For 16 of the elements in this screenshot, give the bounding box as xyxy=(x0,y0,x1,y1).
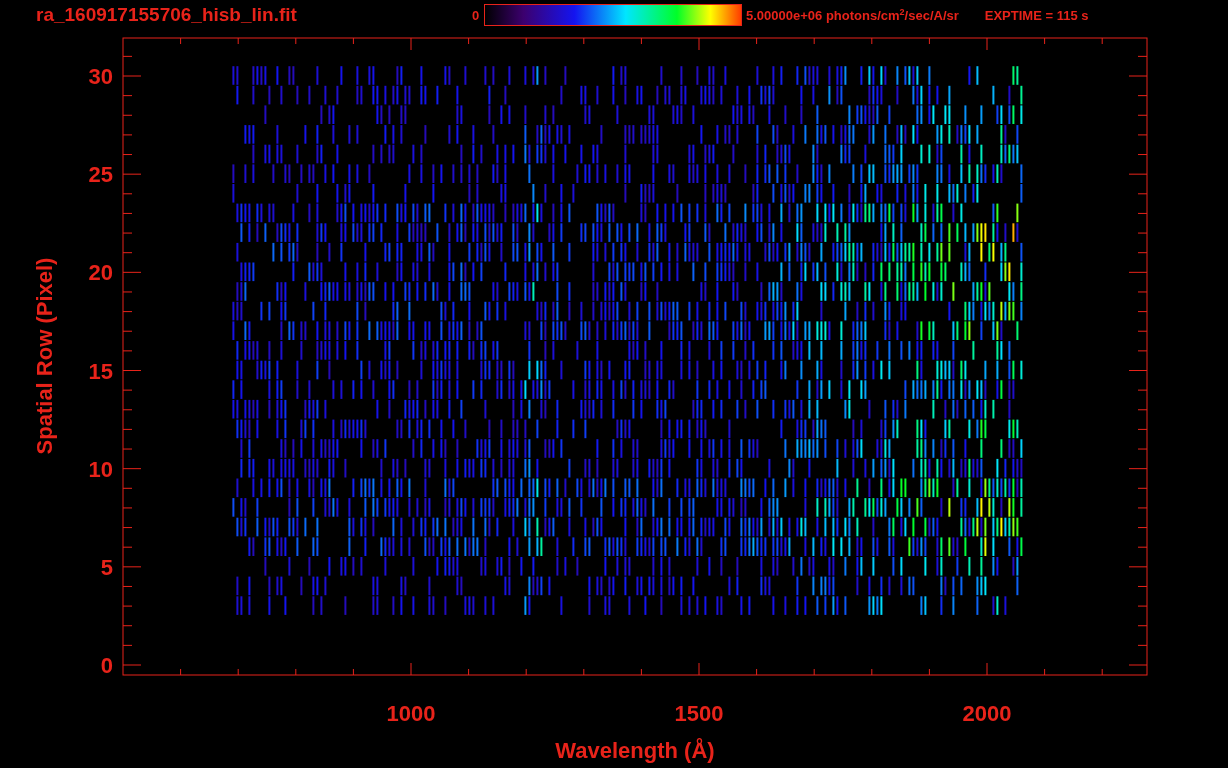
x-tick-label: 1500 xyxy=(674,701,724,726)
x-tick-label: 1000 xyxy=(386,701,436,726)
y-tick-label: 0 xyxy=(100,653,113,678)
colorbar-max-label: 5.00000e+06 photons/cm$^{2}$/sec/A/sr xyxy=(746,6,959,24)
y-tick-label: 20 xyxy=(88,260,113,286)
x-axis-label: Wavelength (Å) xyxy=(555,738,715,763)
colorbar-min-label: 0 xyxy=(472,7,481,23)
exposure-time: EXPTIME = 115 s xyxy=(984,7,1089,23)
y-tick-label: 5 xyxy=(100,554,113,580)
y-tick-label: 10 xyxy=(88,456,113,482)
y-tick-label: 30 xyxy=(88,64,113,89)
y-tick-label: 15 xyxy=(88,358,113,384)
x-tick-label: 2000 xyxy=(962,701,1012,726)
y-tick-label: 25 xyxy=(88,162,113,188)
y-axis-label: Spatial Row (Pixel) xyxy=(32,257,57,455)
file-title: ra_160917155706_hisb_lin.fit xyxy=(36,4,298,26)
